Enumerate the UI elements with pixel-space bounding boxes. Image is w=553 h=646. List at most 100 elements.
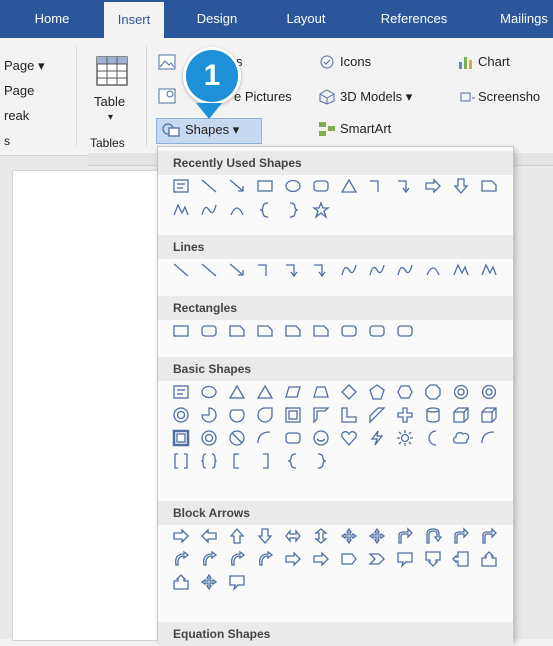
shape-lbrace-icon[interactable]	[284, 452, 302, 470]
shape-curve-icon[interactable]	[368, 261, 386, 279]
shape-circnum-icon[interactable]	[452, 383, 470, 401]
shape-elbow-icon[interactable]	[256, 261, 274, 279]
shape-frame-icon[interactable]	[284, 406, 302, 424]
shape-lshape-icon[interactable]	[340, 406, 358, 424]
shape-cloud-icon[interactable]	[452, 429, 470, 447]
shape-bolt-icon[interactable]	[368, 429, 386, 447]
tab-references[interactable]: References	[366, 0, 462, 38]
shape-lbrace-icon[interactable]	[256, 201, 274, 219]
shape-noSym-icon[interactable]	[228, 429, 246, 447]
shape-downcallout-icon[interactable]	[424, 550, 442, 568]
cover-page-button[interactable]: Page ▾	[4, 58, 45, 74]
screenshot-button[interactable]: Screensho	[478, 89, 540, 104]
shape-rrect-icon[interactable]	[368, 322, 386, 340]
table-button[interactable]: Table ▾	[88, 52, 140, 132]
shape-trap-icon[interactable]	[312, 383, 330, 401]
shape-curvedarrow-icon[interactable]	[228, 550, 246, 568]
shape-callout-icon[interactable]	[228, 573, 246, 591]
shape-rarrow-icon[interactable]	[284, 550, 302, 568]
shape-pent-icon[interactable]	[368, 383, 386, 401]
shape-upcallout-icon[interactable]	[480, 550, 498, 568]
shape-snip-icon[interactable]	[480, 177, 498, 195]
shape-snip-icon[interactable]	[312, 322, 330, 340]
shape-curvedarrow-icon[interactable]	[172, 550, 190, 568]
shapes-button[interactable]: Shapes ▾	[156, 118, 262, 144]
shape-leftcallout-icon[interactable]	[452, 550, 470, 568]
shape-larrow-icon[interactable]	[200, 527, 218, 545]
shape-oval-icon[interactable]	[200, 383, 218, 401]
shape-uturn-icon[interactable]	[424, 527, 442, 545]
shape-arrowline-icon[interactable]	[228, 261, 246, 279]
shape-bracepair-icon[interactable]	[200, 452, 218, 470]
shape-arc2-icon[interactable]	[480, 429, 498, 447]
tab-mailings[interactable]: Mailings	[488, 0, 553, 38]
shape-tri-icon[interactable]	[256, 383, 274, 401]
tab-home[interactable]: Home	[0, 0, 104, 38]
shape-line-icon[interactable]	[200, 177, 218, 195]
icons-button[interactable]: Icons	[340, 54, 371, 69]
shape-rect-icon[interactable]	[256, 177, 274, 195]
shape-smile-icon[interactable]	[312, 429, 330, 447]
shape-bentarrow-icon[interactable]	[480, 527, 498, 545]
shape-arc-icon[interactable]	[424, 261, 442, 279]
shape-elbowarrow-icon[interactable]	[284, 261, 302, 279]
shape-curve-icon[interactable]	[200, 201, 218, 219]
shape-textbox-icon[interactable]	[172, 383, 190, 401]
shape-halfframe-icon[interactable]	[312, 406, 330, 424]
shape-arc2-icon[interactable]	[256, 429, 274, 447]
shape-upcallout-icon[interactable]	[172, 573, 190, 591]
blank-page-button[interactable]: Page	[4, 83, 34, 98]
shape-oval-icon[interactable]	[284, 177, 302, 195]
shape-arrowline-icon[interactable]	[228, 177, 246, 195]
shape-callout-icon[interactable]	[396, 550, 414, 568]
shape-can-icon[interactable]	[424, 406, 442, 424]
shape-moon-icon[interactable]	[424, 429, 442, 447]
shape-rrect-icon[interactable]	[340, 322, 358, 340]
shape-rarrow-icon[interactable]	[312, 550, 330, 568]
shape-textbox-icon[interactable]	[172, 177, 190, 195]
shape-elbow-icon[interactable]	[368, 177, 386, 195]
shape-hex-icon[interactable]	[396, 383, 414, 401]
shape-plus-icon[interactable]	[396, 406, 414, 424]
shape-diagstripe-icon[interactable]	[368, 406, 386, 424]
shape-para-icon[interactable]	[284, 383, 302, 401]
page-break-button[interactable]: reak	[4, 108, 29, 123]
shape-diamond-icon[interactable]	[340, 383, 358, 401]
shape-bevel-icon[interactable]	[172, 429, 190, 447]
shape-bracketpair-icon[interactable]	[172, 452, 190, 470]
shape-elbowarrow-icon[interactable]	[396, 177, 414, 195]
shape-curve-icon[interactable]	[396, 261, 414, 279]
shape-uarrow-icon[interactable]	[228, 527, 246, 545]
shape-freeform-icon[interactable]	[480, 261, 498, 279]
shape-star-icon[interactable]	[312, 201, 330, 219]
shape-rbrace-icon[interactable]	[284, 201, 302, 219]
shape-tri-icon[interactable]	[228, 383, 246, 401]
shape-snip-icon[interactable]	[228, 322, 246, 340]
shape-rarrow-icon[interactable]	[424, 177, 442, 195]
shape-circnum-icon[interactable]	[480, 383, 498, 401]
shape-freeform-icon[interactable]	[172, 201, 190, 219]
shape-elbowarrow-icon[interactable]	[312, 261, 330, 279]
shape-heart-icon[interactable]	[340, 429, 358, 447]
shape-line-icon[interactable]	[172, 261, 190, 279]
shape-snip-icon[interactable]	[256, 322, 274, 340]
shape-quadarrow-icon[interactable]	[200, 573, 218, 591]
smartart-button[interactable]: SmartArt	[340, 121, 391, 136]
shape-lrarrow-icon[interactable]	[284, 527, 302, 545]
shape-chord-icon[interactable]	[228, 406, 246, 424]
chart-button[interactable]: Chart	[478, 54, 510, 69]
shape-curvedarrow-icon[interactable]	[256, 550, 274, 568]
shape-bentarrow-icon[interactable]	[452, 527, 470, 545]
shape-bentarrow-icon[interactable]	[396, 527, 414, 545]
shape-oct-icon[interactable]	[424, 383, 442, 401]
shape-chevron-icon[interactable]	[368, 550, 386, 568]
shape-rrect-icon[interactable]	[284, 429, 302, 447]
shape-rbracket-icon[interactable]	[256, 452, 274, 470]
shape-quadarrow-icon[interactable]	[340, 527, 358, 545]
shape-rrect-icon[interactable]	[396, 322, 414, 340]
shape-pentarrow-icon[interactable]	[340, 550, 358, 568]
online-pictures-button[interactable]: e Pictures	[234, 89, 292, 104]
document-page[interactable]	[12, 170, 159, 641]
shape-quadarrow-icon[interactable]	[368, 527, 386, 545]
shape-darrow-icon[interactable]	[256, 527, 274, 545]
